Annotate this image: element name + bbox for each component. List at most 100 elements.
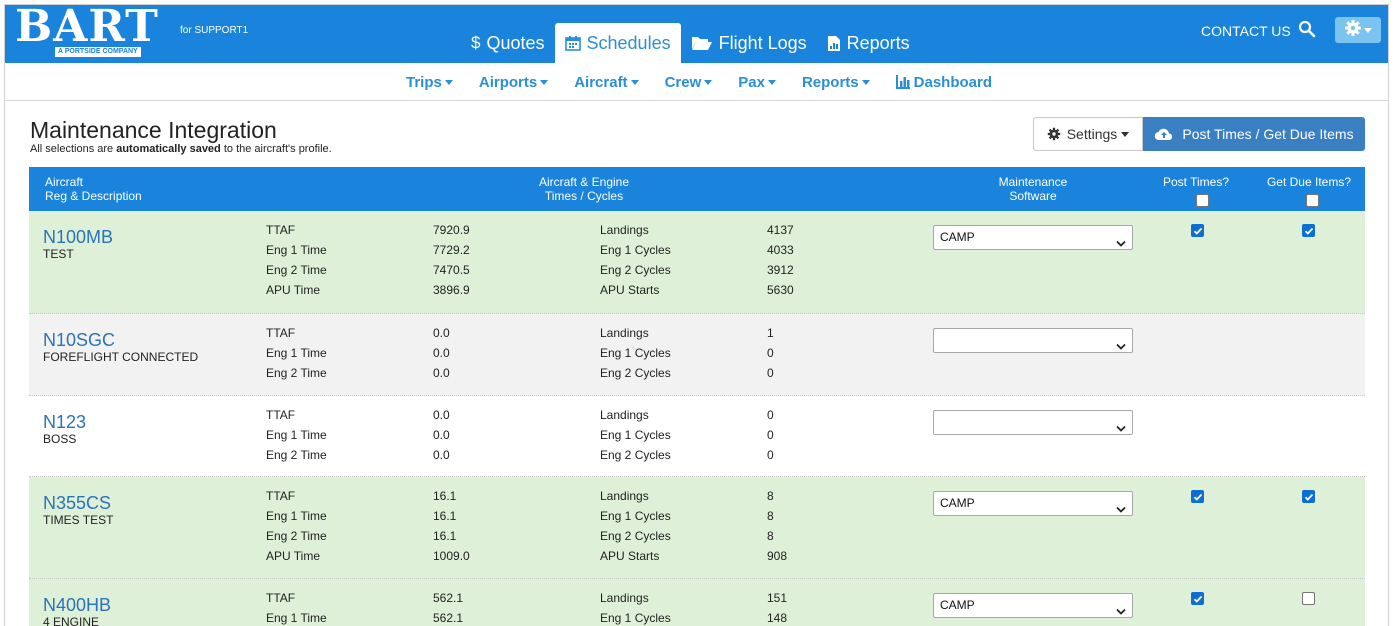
settings-dropdown-button[interactable]: Settings — [1033, 117, 1143, 151]
settings-menu-button[interactable] — [1335, 17, 1381, 43]
aircraft-reg-link[interactable]: N123 — [43, 412, 86, 433]
contact-us-link[interactable]: CONTACT US — [1201, 23, 1291, 39]
time-value: 0.0 — [433, 408, 450, 422]
cycle-value: 0 — [767, 346, 774, 360]
maintenance-software-select[interactable] — [933, 410, 1133, 435]
time-value: 7470.5 — [433, 263, 470, 277]
chevron-down-icon — [861, 79, 870, 85]
col-aircraft-header: Aircraft Reg & Description — [45, 175, 142, 203]
subnav-label: Airports — [478, 73, 538, 91]
cycle-label: APU Starts — [600, 549, 660, 563]
subnav-crew[interactable]: Crew — [665, 63, 713, 101]
maintenance-table: Aircraft Reg & Description Aircraft & En… — [29, 167, 1365, 626]
time-value: 16.1 — [433, 529, 457, 543]
cycle-label: Landings — [600, 408, 649, 422]
chevron-down-icon — [1121, 131, 1130, 137]
tab-schedules[interactable]: Schedules — [554, 23, 681, 63]
header-line: Software — [1009, 189, 1057, 203]
time-label: TTAF — [266, 489, 296, 503]
post-all-checkbox[interactable] — [1196, 194, 1209, 207]
gear-icon — [1344, 19, 1362, 42]
table-row: N123 BOSS TTAF 0.0 Landings 0 Eng 1 Time 0.0 Eng… — [29, 396, 1365, 477]
time-label: Eng 1 Time — [266, 509, 327, 523]
aircraft-description: TEST — [43, 247, 74, 261]
aircraft-reg-link[interactable]: N355CS — [43, 493, 111, 514]
time-value: 3896.9 — [433, 283, 470, 297]
tab-quotes[interactable]: $ Quotes — [461, 23, 555, 63]
cycle-value: 0 — [767, 448, 774, 462]
subnav-pax[interactable]: Pax — [738, 63, 776, 101]
table-row: N10SGC FOREFLIGHT CONNECTED TTAF 0.0 Landing… — [29, 314, 1365, 396]
cycle-value: 3912 — [767, 263, 794, 277]
cycle-value: 4033 — [767, 243, 794, 257]
time-label: TTAF — [266, 223, 296, 237]
chevron-down-icon — [1116, 418, 1126, 441]
cycle-label: Landings — [600, 223, 649, 237]
maintenance-software-select[interactable] — [933, 328, 1133, 353]
get-due-items-checkbox[interactable] — [1302, 224, 1315, 237]
aircraft-reg-link[interactable]: N400HB — [43, 595, 111, 616]
post-times-checkbox[interactable] — [1191, 224, 1204, 237]
dollar-icon: $ — [471, 33, 481, 52]
page-title: Maintenance Integration — [30, 117, 277, 143]
get-due-items-checkbox[interactable] — [1302, 592, 1315, 605]
cycle-value: 148 — [767, 611, 788, 625]
maintenance-software-select[interactable]: CAMP — [933, 491, 1133, 516]
time-label: Eng 1 Time — [266, 243, 327, 257]
select-value: CAMP — [940, 598, 975, 612]
current-user-label: for SUPPORT1 — [180, 25, 249, 36]
subnav-aircraft[interactable]: Aircraft — [574, 63, 639, 101]
header-line: Aircraft & Engine — [538, 175, 630, 189]
aircraft-reg-link[interactable]: N10SGC — [43, 330, 115, 351]
get-due-items-checkbox[interactable] — [1302, 490, 1315, 503]
bart-logo[interactable]: BART A PORTSIDE COMPANY — [15, 5, 165, 57]
cycle-value: 0 — [767, 366, 774, 380]
time-label: TTAF — [266, 591, 296, 605]
table-row: N100MB TEST TTAF 7920.9 Landings 4137 Eng 1 Ti… — [29, 211, 1365, 314]
logo-text: BART — [15, 4, 159, 52]
time-label: APU Time — [266, 549, 321, 563]
tab-reports[interactable]: Reports — [817, 23, 920, 63]
maintenance-software-select[interactable]: CAMP — [933, 593, 1133, 618]
cycle-label: Landings — [600, 591, 649, 605]
bar-chart-icon — [895, 75, 910, 89]
cycle-value: 908 — [767, 549, 788, 563]
cycle-label: Eng 1 Cycles — [600, 428, 671, 442]
settings-label: Settings — [1066, 126, 1118, 142]
cycle-label: APU Starts — [600, 283, 660, 297]
tab-label: Reports — [846, 32, 910, 53]
cycle-value: 0 — [767, 428, 774, 442]
top-navbar: BART A PORTSIDE COMPANY for SUPPORT1 $ Q… — [5, 5, 1388, 63]
tab-flight-logs[interactable]: Flight Logs — [681, 23, 817, 63]
cycle-value: 0 — [767, 408, 774, 422]
aircraft-description: TIMES TEST — [43, 513, 114, 527]
select-value: CAMP — [940, 496, 975, 510]
cycle-label: Landings — [600, 489, 649, 503]
header-line: Aircraft — [45, 175, 84, 189]
time-label: Eng 1 Time — [266, 611, 327, 625]
subnav-dashboard[interactable]: Dashboard — [895, 63, 992, 101]
cycle-value: 4137 — [767, 223, 794, 237]
subnav-airports[interactable]: Airports — [478, 63, 549, 101]
subnav-trips[interactable]: Trips — [406, 63, 453, 101]
chevron-down-icon — [1116, 601, 1126, 624]
post-times-button[interactable]: Post Times / Get Due Items — [1143, 117, 1365, 151]
maintenance-software-select[interactable]: CAMP — [933, 225, 1133, 250]
aircraft-reg-link[interactable]: N100MB — [43, 227, 113, 248]
calendar-icon — [564, 35, 581, 51]
chevron-down-icon — [444, 79, 453, 85]
cycle-value: 8 — [767, 509, 774, 523]
due-all-checkbox[interactable] — [1306, 194, 1319, 207]
subnav-reports[interactable]: Reports — [802, 63, 870, 101]
search-icon[interactable] — [1298, 20, 1316, 38]
post-times-checkbox[interactable] — [1191, 592, 1204, 605]
gear-icon — [1047, 127, 1060, 141]
header-line: Maintenance — [998, 175, 1068, 189]
file-chart-icon — [827, 35, 841, 52]
col-maintenance-header: Maintenance Software — [973, 175, 1093, 203]
post-times-checkbox[interactable] — [1191, 490, 1204, 503]
time-label: TTAF — [266, 326, 296, 340]
post-label: Post Times / Get Due Items — [1182, 126, 1354, 142]
time-value: 0.0 — [433, 428, 450, 442]
time-label: Eng 2 Time — [266, 529, 327, 543]
